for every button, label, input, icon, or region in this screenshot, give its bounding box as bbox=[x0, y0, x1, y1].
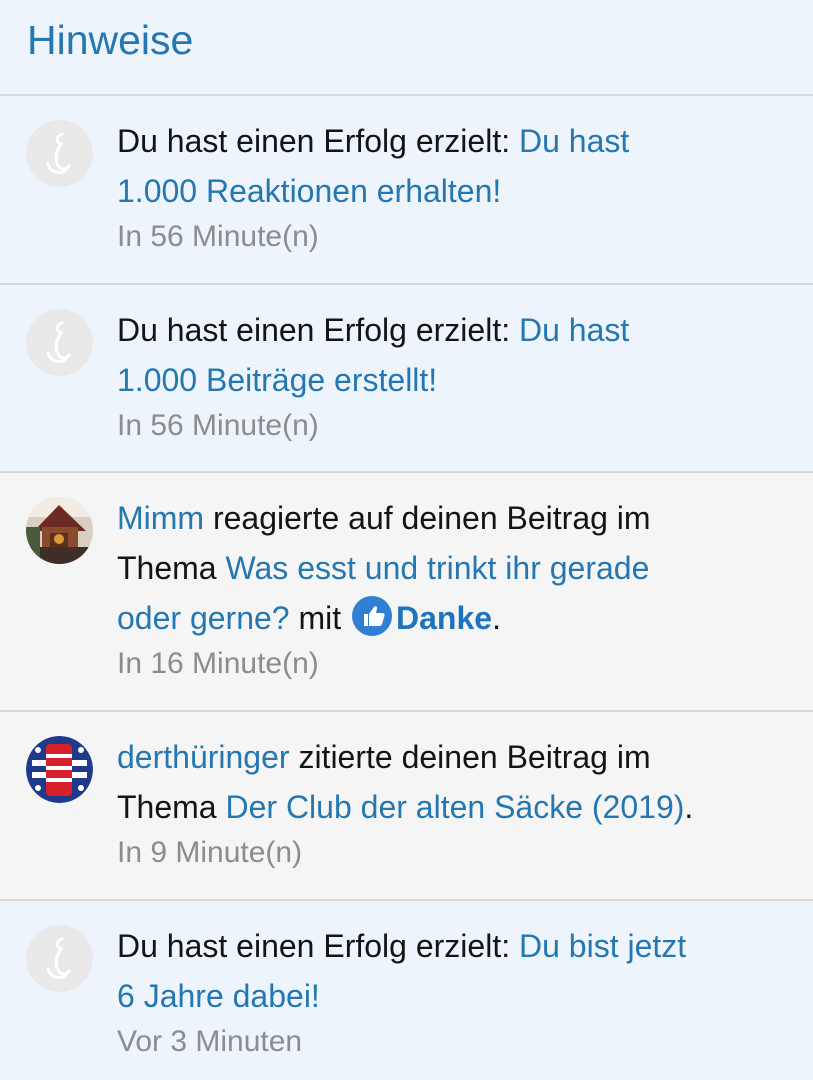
mit-label: mit bbox=[289, 600, 351, 636]
thema-label: Thema bbox=[117, 550, 226, 586]
notification-text: Du hast einen Erfolg erzielt: Du hast 1.… bbox=[117, 116, 783, 216]
user-avatar[interactable] bbox=[26, 497, 93, 564]
achievement-link[interactable]: Du hast bbox=[519, 123, 629, 159]
notification-action: reagierte auf deinen Beitrag im bbox=[204, 500, 651, 536]
notification-text: Mimm reagierte auf deinen Beitrag im The… bbox=[117, 493, 783, 643]
notification-time: In 56 Minute(n) bbox=[117, 409, 319, 442]
thread-link-cont[interactable]: oder gerne? bbox=[117, 600, 290, 636]
notification-item[interactable]: Du hast einen Erfolg erzielt: Du bist je… bbox=[0, 901, 813, 1080]
achievement-avatar-icon bbox=[26, 120, 93, 187]
notification-action: zitierte deinen Beitrag im bbox=[289, 739, 651, 775]
notification-prefix: Du hast einen Erfolg erzielt: bbox=[117, 312, 519, 348]
achievement-avatar-icon bbox=[26, 309, 93, 376]
header: Hinweise bbox=[0, 0, 813, 96]
reaction-name: Danke bbox=[396, 600, 493, 636]
notification-item[interactable]: Du hast einen Erfolg erzielt: Du hast 1.… bbox=[0, 285, 813, 473]
achievement-link[interactable]: Du hast bbox=[519, 312, 629, 348]
notification-item[interactable]: Du hast einen Erfolg erzielt: Du hast 1.… bbox=[0, 96, 813, 285]
notification-item[interactable]: Mimm reagierte auf deinen Beitrag im The… bbox=[0, 473, 813, 712]
thread-link[interactable]: Der Club der alten Säcke (2019) bbox=[225, 789, 684, 825]
notification-prefix: Du hast einen Erfolg erzielt: bbox=[117, 928, 519, 964]
achievement-link-cont[interactable]: 6 Jahre dabei! bbox=[117, 978, 320, 1014]
sentence-end: . bbox=[684, 789, 694, 825]
notification-prefix: Du hast einen Erfolg erzielt: bbox=[117, 123, 519, 159]
notification-item[interactable]: derthüringer zitierte deinen Beitrag im … bbox=[0, 712, 813, 901]
notification-text: derthüringer zitierte deinen Beitrag im … bbox=[117, 732, 783, 832]
notification-time: In 56 Minute(n) bbox=[117, 220, 319, 253]
page-title: Hinweise bbox=[27, 16, 194, 63]
achievement-link[interactable]: Du bist jetzt bbox=[519, 928, 686, 964]
notification-text: Du hast einen Erfolg erzielt: Du hast 1.… bbox=[117, 305, 783, 405]
achievement-avatar-icon bbox=[26, 925, 93, 992]
notification-time: In 9 Minute(n) bbox=[117, 836, 303, 869]
thema-label: Thema bbox=[117, 789, 226, 825]
user-link[interactable]: derthüringer bbox=[117, 739, 290, 775]
achievement-link-cont[interactable]: 1.000 Reaktionen erhalten! bbox=[117, 173, 501, 209]
sentence-end: . bbox=[492, 600, 501, 636]
notification-time: In 16 Minute(n) bbox=[117, 647, 319, 680]
like-thumbs-up-icon bbox=[352, 596, 393, 636]
achievement-link-cont[interactable]: 1.000 Beiträge erstellt! bbox=[117, 362, 437, 398]
thread-link[interactable]: Was esst und trinkt ihr gerade bbox=[225, 550, 649, 586]
notification-text: Du hast einen Erfolg erzielt: Du bist je… bbox=[117, 921, 783, 1021]
user-avatar[interactable] bbox=[26, 736, 93, 803]
notification-time: Vor 3 Minuten bbox=[117, 1025, 303, 1058]
user-link[interactable]: Mimm bbox=[117, 500, 204, 536]
